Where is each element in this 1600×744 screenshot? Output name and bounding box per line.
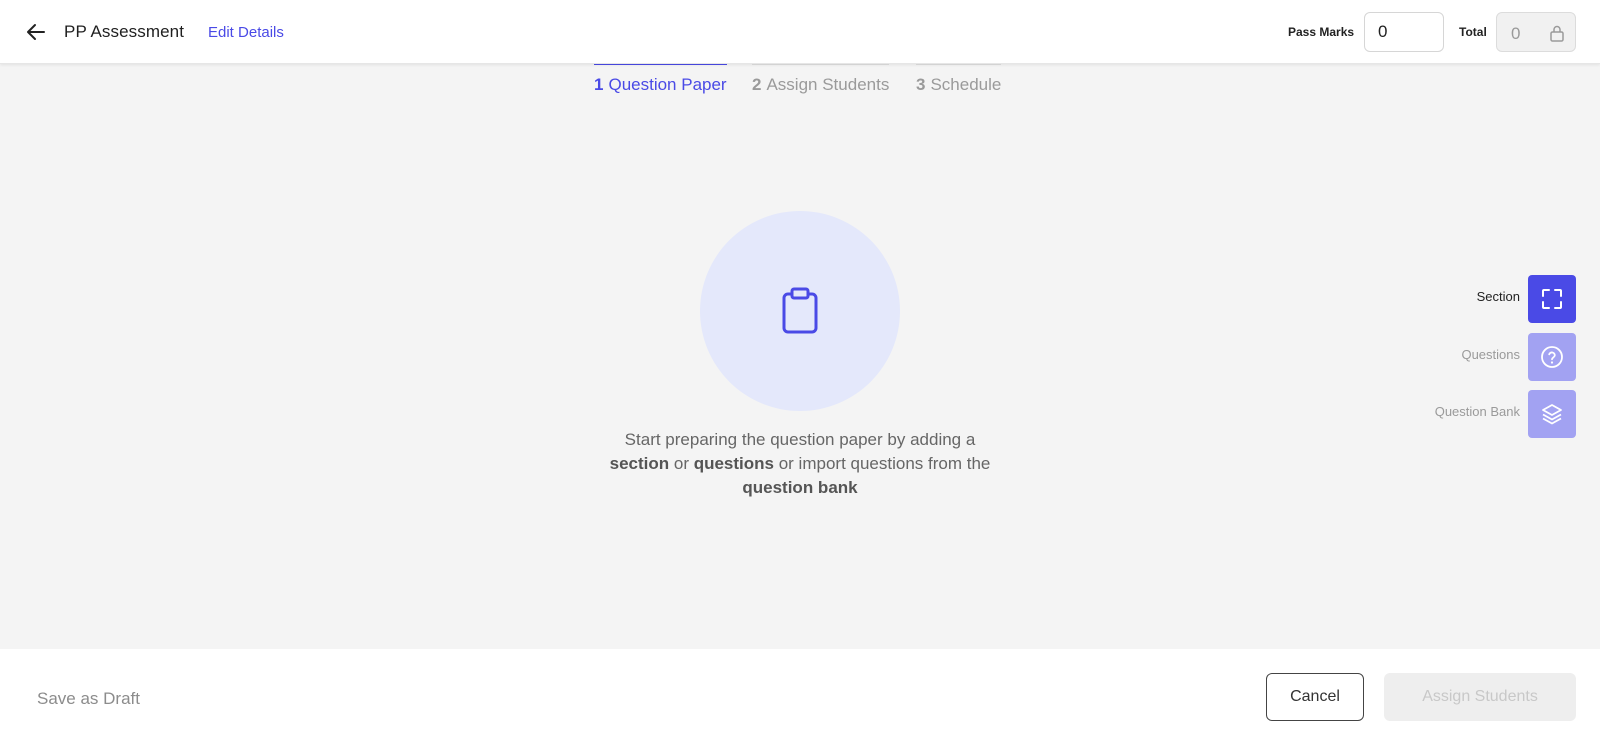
pass-marks-input[interactable] (1364, 12, 1444, 52)
back-button[interactable] (24, 20, 48, 44)
empty-text-part2: or (669, 454, 694, 473)
assessment-title: PP Assessment (64, 22, 185, 41)
step-question-paper[interactable]: 1 Question Paper (594, 63, 727, 100)
lock-icon (1550, 25, 1564, 42)
questions-emphasis: questions (693, 454, 774, 473)
question-bank-button[interactable] (1528, 390, 1576, 438)
expand-frame-icon (1542, 289, 1562, 309)
question-circle-icon (1541, 346, 1563, 368)
save-draft-button[interactable]: Save as Draft (37, 689, 140, 709)
question-bank-action: Question Bank (1376, 390, 1576, 438)
empty-text-part3: or import questions from the (774, 454, 991, 473)
empty-text-part1: Start preparing the question paper by ad… (624, 430, 976, 449)
add-questions-button[interactable] (1528, 333, 1576, 381)
total-label: Total (1459, 25, 1487, 39)
question-bank-label: Question Bank (1434, 404, 1520, 419)
empty-state-illustration (700, 211, 900, 411)
step-number: 1 (594, 75, 604, 94)
total-field: 0 (1496, 12, 1576, 52)
step-number: 3 (916, 75, 926, 94)
step-assign-students[interactable]: 2 Assign Students (752, 63, 890, 100)
step-number: 2 (752, 75, 762, 94)
questions-label: Questions (1461, 347, 1520, 362)
empty-state-message: Start preparing the question paper by ad… (560, 428, 1040, 500)
add-section-action: Section (1376, 275, 1576, 323)
footer-bar: Save as Draft Cancel Assign Students (0, 649, 1600, 744)
edit-details-link[interactable]: Edit Details (208, 24, 284, 41)
section-emphasis: section (609, 454, 670, 473)
question-bank-emphasis: question bank (742, 478, 858, 497)
arrow-left-icon (27, 24, 45, 40)
cancel-button[interactable]: Cancel (1266, 673, 1364, 721)
step-label: Schedule (930, 75, 1002, 94)
section-label: Section (1476, 289, 1520, 304)
total-value: 0 (1511, 24, 1521, 43)
assign-students-button[interactable]: Assign Students (1384, 673, 1576, 721)
layers-icon (1542, 404, 1562, 425)
add-questions-action: Questions (1376, 333, 1576, 381)
clipboard-icon (782, 287, 818, 334)
step-label: Question Paper (608, 75, 727, 94)
pass-marks-label: Pass Marks (1288, 25, 1355, 39)
step-schedule[interactable]: 3 Schedule (916, 63, 1002, 100)
top-header: PP Assessment Edit Details Pass Marks To… (0, 0, 1600, 64)
add-section-button[interactable] (1528, 275, 1576, 323)
step-label: Assign Students (766, 75, 890, 94)
